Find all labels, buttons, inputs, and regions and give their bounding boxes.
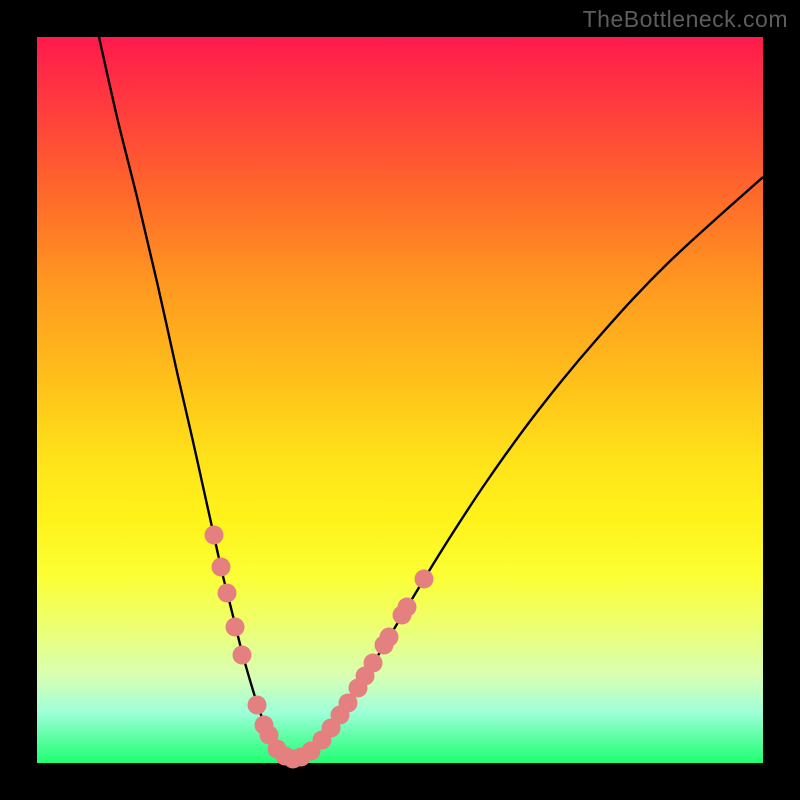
plot-area — [37, 37, 763, 763]
data-dot — [212, 558, 231, 577]
curve-svg — [37, 37, 763, 763]
data-dot — [218, 584, 237, 603]
data-dot — [364, 654, 383, 673]
curve-dots — [205, 526, 434, 769]
chart-frame: TheBottleneck.com — [0, 0, 800, 800]
watermark-text: TheBottleneck.com — [583, 6, 788, 33]
data-dot — [233, 646, 252, 665]
data-dot — [415, 570, 434, 589]
data-dot — [380, 628, 399, 647]
data-dot — [205, 526, 224, 545]
bottleneck-curve — [99, 37, 763, 759]
data-dot — [248, 696, 267, 715]
data-dot — [226, 618, 245, 637]
data-dot — [398, 598, 417, 617]
